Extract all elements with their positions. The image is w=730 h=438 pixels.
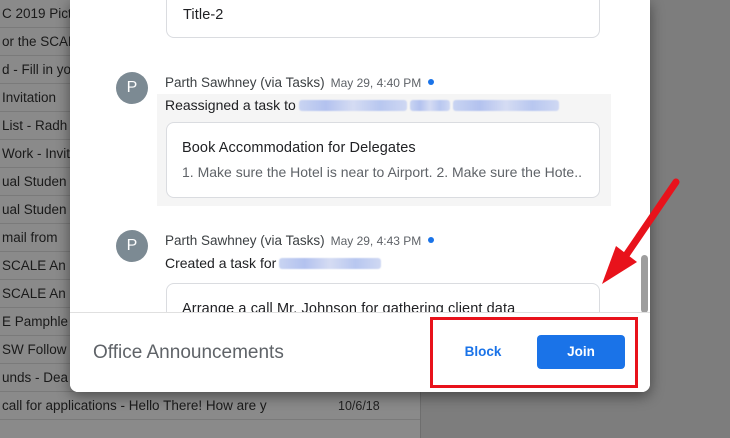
task-card-description: 1. Make sure the Hotel is near to Airpor… <box>182 164 583 180</box>
message-text: Created a task for <box>165 255 382 271</box>
list-item-text: E Pamphle <box>2 314 69 329</box>
task-card[interactable]: Title-2 <box>166 0 600 38</box>
task-card-title: Arrange a call Mr. Johnson for gathering… <box>182 301 516 312</box>
message-time: May 29, 4:43 PM <box>330 234 422 248</box>
list-item-date: 10/6/18 <box>338 399 380 413</box>
avatar[interactable]: P <box>116 230 148 262</box>
unread-dot-icon <box>428 237 435 243</box>
task-card[interactable]: Arrange a call Mr. Johnson for gathering… <box>166 283 600 312</box>
list-item-text: call for applications - Hello There! How… <box>2 398 267 413</box>
list-item-text: SW Follow <box>2 342 67 357</box>
message-scroll-area[interactable]: Title-2 P Parth Sawhney (via Tasks) May 2… <box>70 0 650 312</box>
redacted-name <box>452 100 559 111</box>
scrollbar-thumb[interactable] <box>641 255 648 312</box>
list-item-text: d - Fill in yo <box>2 62 72 77</box>
list-item-text: ual Studen <box>2 202 67 217</box>
list-item-text: ual Studen <box>2 174 67 189</box>
message-text-label: Reassigned a task to <box>165 97 296 113</box>
list-item-text: Invitation <box>2 90 57 105</box>
list-item-text: SCALE An <box>2 286 66 301</box>
sender-name: Parth Sawhney (via Tasks) <box>165 233 325 248</box>
list-item-text: mail from <box>2 230 58 245</box>
redacted-name <box>409 100 450 111</box>
list-item-text: Work - Invit <box>2 146 71 161</box>
message-header: Parth Sawhney (via Tasks) May 29, 4:43 PM <box>165 232 435 250</box>
avatar[interactable]: P <box>116 72 148 104</box>
list-item-text: C 2019 Pictu <box>2 6 80 21</box>
list-item-text: unds - Dea <box>2 370 69 385</box>
task-card-title: Title-2 <box>183 7 224 23</box>
annotation-highlight-box <box>430 317 638 388</box>
message-header: Parth Sawhney (via Tasks) May 29, 4:40 PM <box>165 74 435 92</box>
redacted-name <box>279 258 382 269</box>
message-time: May 29, 4:40 PM <box>330 76 422 90</box>
list-item-text: SCALE An <box>2 258 66 273</box>
task-card-title: Book Accommodation for Delegates <box>182 140 416 156</box>
message-text-label: Created a task for <box>165 255 277 271</box>
redacted-name <box>298 100 407 111</box>
sender-name: Parth Sawhney (via Tasks) <box>165 75 325 90</box>
message-text: Reassigned a task to <box>165 97 559 113</box>
list-item-text: List - Radh <box>2 118 68 133</box>
unread-dot-icon <box>428 79 435 85</box>
task-card[interactable]: Book Accommodation for Delegates 1. Make… <box>166 122 600 198</box>
room-name: Office Announcements <box>93 342 284 363</box>
list-item[interactable]: call for applications - Hello There! How… <box>0 392 420 420</box>
